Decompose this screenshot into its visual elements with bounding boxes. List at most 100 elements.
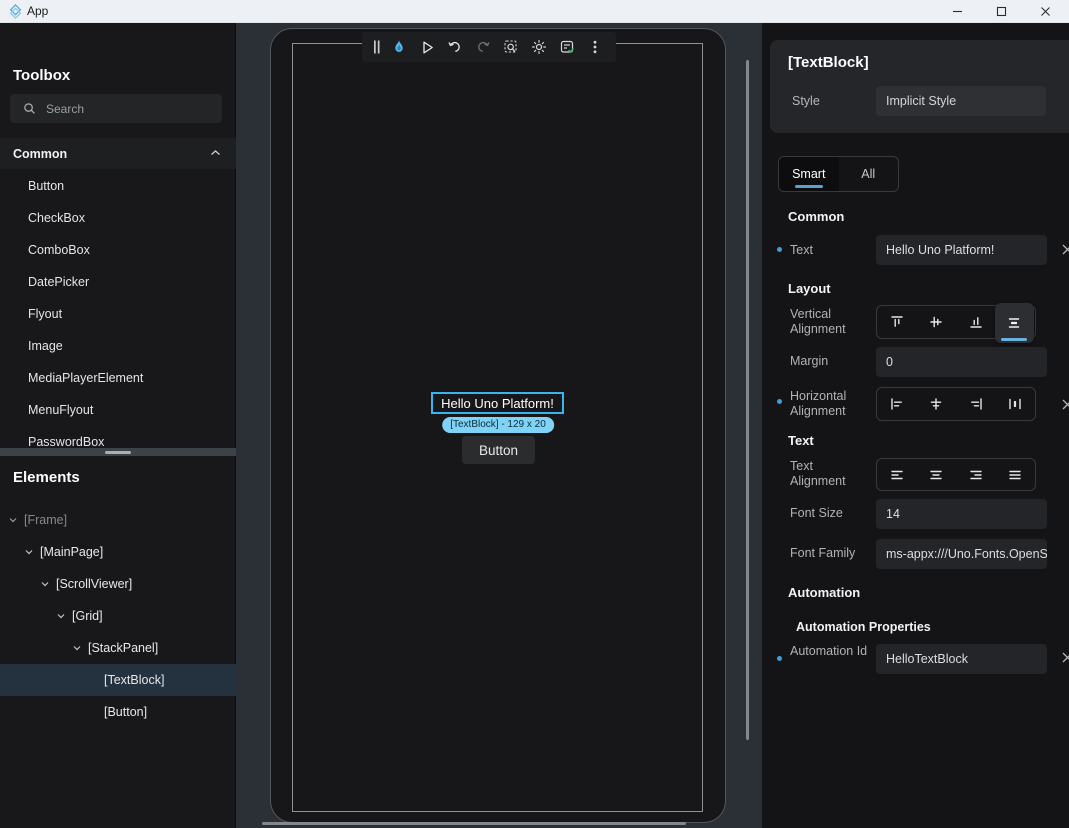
text-alignment-label: Text Alignment xyxy=(790,459,870,489)
tree-item-scrollviewer[interactable]: [ScrollViewer] xyxy=(0,568,236,600)
properties-panel: [TextBlock] Style Implicit Style Smart A… xyxy=(762,23,1069,828)
modified-dot xyxy=(777,399,782,404)
play-button[interactable] xyxy=(413,32,441,62)
chevron-down-icon xyxy=(8,515,18,525)
toolbar-drag-handle[interactable] xyxy=(369,32,385,62)
halign-stretch-button[interactable] xyxy=(996,388,1036,420)
minimize-icon xyxy=(952,6,963,17)
tree-item-mainpage[interactable]: [MainPage] xyxy=(0,536,236,568)
automation-id-input[interactable]: HelloTextBlock xyxy=(876,644,1047,674)
toolbox-item-image[interactable]: Image xyxy=(0,330,236,362)
chevron-down-icon xyxy=(24,547,34,557)
search-placeholder: Search xyxy=(46,102,84,116)
align-right-icon xyxy=(968,396,984,412)
tree-item-textblock-selected[interactable]: [TextBlock] xyxy=(0,664,236,696)
text-alignment-group xyxy=(876,458,1036,491)
margin-input[interactable]: 0 xyxy=(876,347,1047,377)
textalign-right-button[interactable] xyxy=(956,459,996,491)
toolbox-title: Toolbox xyxy=(13,67,70,84)
toolbox-item-menuflyout[interactable]: MenuFlyout xyxy=(0,394,236,426)
vertical-scrollbar[interactable] xyxy=(746,60,749,740)
maximize-icon xyxy=(996,6,1007,17)
clear-value-icon[interactable] xyxy=(1061,651,1069,665)
chevron-down-icon xyxy=(72,643,82,653)
section-common: Common xyxy=(788,209,844,224)
text-property-label: Text xyxy=(790,243,870,258)
hot-reload-flame-icon xyxy=(391,39,407,55)
style-value-field[interactable]: Implicit Style xyxy=(876,86,1046,116)
align-vstretch-icon xyxy=(1006,315,1022,331)
toolbox-search-input[interactable]: Search xyxy=(10,94,222,123)
more-options-button[interactable] xyxy=(581,32,609,62)
tree-item-grid[interactable]: [Grid] xyxy=(0,600,236,632)
align-left-icon xyxy=(889,396,905,412)
toolbox-item-combobox[interactable]: ComboBox xyxy=(0,234,236,266)
toolbox-item-mediaplayerelement[interactable]: MediaPlayerElement xyxy=(0,362,236,394)
window-title: App xyxy=(27,0,48,23)
redo-button[interactable] xyxy=(469,32,497,62)
valign-bottom-button[interactable] xyxy=(956,306,996,338)
section-automation: Automation xyxy=(788,585,860,600)
horizontal-scrollbar[interactable] xyxy=(262,822,686,825)
valign-top-button[interactable] xyxy=(877,306,917,338)
form-check-icon xyxy=(559,39,576,55)
clear-value-icon[interactable] xyxy=(1061,398,1069,412)
inspector-tabs: Smart All xyxy=(778,156,899,192)
toolbox-item-flyout[interactable]: Flyout xyxy=(0,298,236,330)
font-size-label: Font Size xyxy=(790,506,870,521)
textalign-center-button[interactable] xyxy=(917,459,957,491)
halign-center-button[interactable] xyxy=(917,388,957,420)
redo-icon xyxy=(475,39,491,55)
panel-splitter[interactable] xyxy=(0,448,236,456)
hot-reload-button[interactable] xyxy=(385,32,413,62)
canvas-button-element[interactable]: Button xyxy=(462,436,535,464)
valign-stretch-button[interactable] xyxy=(995,303,1035,343)
font-family-input[interactable]: ms-appx:///Uno.Fonts.OpenSan xyxy=(876,539,1047,569)
align-hcenter-icon xyxy=(928,396,944,412)
margin-label: Margin xyxy=(790,354,870,369)
modified-dot xyxy=(777,656,782,661)
text-align-right-icon xyxy=(968,467,984,483)
horizontal-alignment-group xyxy=(876,387,1036,421)
tree-item-stackpanel[interactable]: [StackPanel] xyxy=(0,632,236,664)
text-property-input[interactable]: Hello Uno Platform! xyxy=(876,235,1047,265)
clear-value-icon[interactable] xyxy=(1061,243,1069,257)
tab-all[interactable]: All xyxy=(839,157,899,191)
tree-item-frame[interactable]: [Frame] xyxy=(0,504,236,536)
toolbox-section-common[interactable]: Common xyxy=(0,138,236,169)
textalign-justify-button[interactable] xyxy=(996,459,1036,491)
tab-smart[interactable]: Smart xyxy=(779,157,839,191)
close-button[interactable] xyxy=(1023,0,1067,23)
maximize-button[interactable] xyxy=(979,0,1023,23)
window-titlebar: App xyxy=(0,0,1069,23)
font-size-input[interactable]: 14 xyxy=(876,499,1047,529)
tree-item-button[interactable]: [Button] xyxy=(0,696,236,728)
kebab-menu-icon xyxy=(587,39,603,55)
valign-center-button[interactable] xyxy=(917,306,957,338)
element-inspector-button[interactable] xyxy=(497,32,525,62)
selection-size-badge: [TextBlock] - 129 x 20 xyxy=(442,417,554,433)
undo-button[interactable] xyxy=(441,32,469,62)
chevron-down-icon xyxy=(40,579,50,589)
toolbox-item-button[interactable]: Button xyxy=(0,170,236,202)
design-canvas: Hello Uno Platform! [TextBlock] - 129 x … xyxy=(236,23,762,828)
selected-textblock[interactable]: Hello Uno Platform! xyxy=(431,392,564,414)
toolbox-item-checkbox[interactable]: CheckBox xyxy=(0,202,236,234)
minimize-button[interactable] xyxy=(935,0,979,23)
toolbox-item-datepicker[interactable]: DatePicker xyxy=(0,266,236,298)
text-align-justify-icon xyxy=(1007,467,1023,483)
designer-toolbar xyxy=(362,32,616,62)
drag-handle-icon xyxy=(373,40,381,54)
textalign-left-button[interactable] xyxy=(877,459,917,491)
vertical-alignment-group xyxy=(876,305,1036,339)
align-top-icon xyxy=(889,314,905,330)
style-label: Style xyxy=(792,94,820,108)
theme-toggle-button[interactable] xyxy=(525,32,553,62)
play-icon xyxy=(420,40,435,55)
textblock-content: Hello Uno Platform! xyxy=(441,396,554,411)
form-validation-button[interactable] xyxy=(553,32,581,62)
halign-right-button[interactable] xyxy=(956,388,996,420)
theme-sun-icon xyxy=(531,39,547,55)
close-icon xyxy=(1040,6,1051,17)
halign-left-button[interactable] xyxy=(877,388,917,420)
